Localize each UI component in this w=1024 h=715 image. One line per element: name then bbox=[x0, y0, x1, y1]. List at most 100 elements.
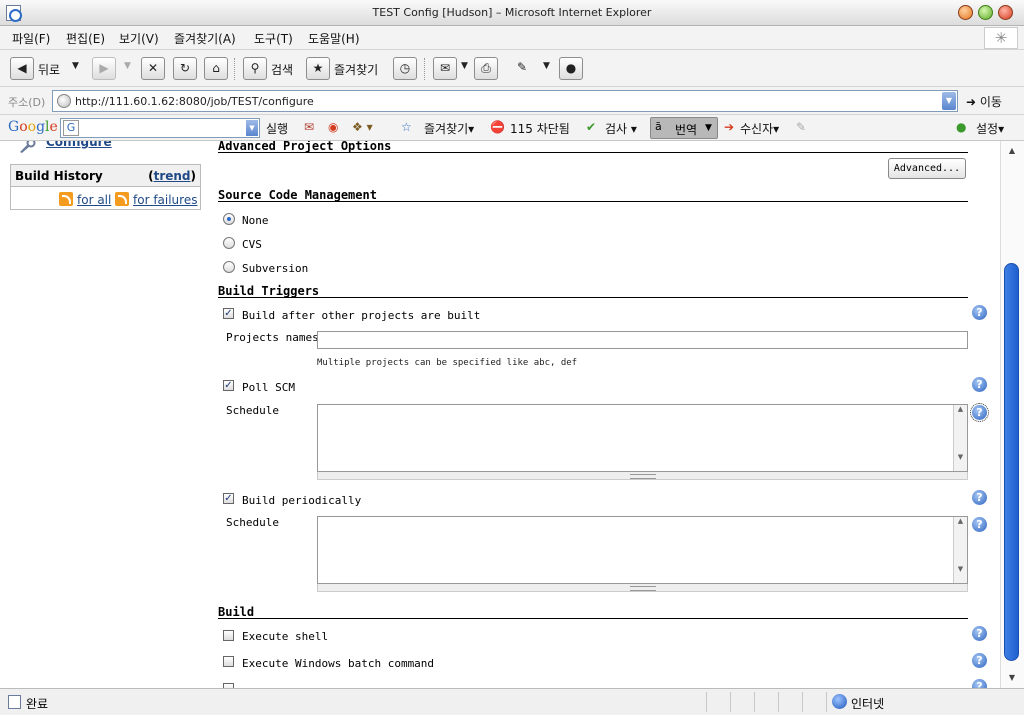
google-logo[interactable]: Google bbox=[8, 119, 58, 135]
projects-names-input[interactable] bbox=[317, 331, 968, 349]
google-favorites-label: 즐겨찾기 bbox=[424, 122, 469, 136]
scroll-down-icon[interactable]: ▼ bbox=[1004, 670, 1020, 686]
poll-schedule-resize-grip[interactable] bbox=[317, 472, 968, 480]
close-button[interactable] bbox=[998, 5, 1013, 20]
menu-bar: 파일(F) 편집(E) 보기(V) 즐겨찾기(A) 도구(T) 도움말(H) bbox=[0, 26, 1024, 50]
refresh-icon[interactable]: ↻ bbox=[173, 57, 197, 80]
google-tools-icon[interactable]: ❖ ▾ bbox=[352, 120, 373, 134]
google-picasa-icon[interactable]: ◉ bbox=[328, 120, 338, 134]
search-icon[interactable]: ⚲ bbox=[243, 57, 267, 80]
minimize-button[interactable] bbox=[958, 5, 973, 20]
status-separator bbox=[826, 692, 827, 712]
popup-blocked-count[interactable]: 115 차단됨 bbox=[510, 120, 570, 137]
google-run-button[interactable]: 실행 bbox=[266, 120, 288, 137]
status-separator bbox=[754, 692, 755, 712]
search-button-label[interactable]: 검색 bbox=[271, 61, 293, 78]
execute-windows-help-icon[interactable]: ? bbox=[972, 653, 987, 668]
stop-icon[interactable]: ✕ bbox=[141, 57, 165, 80]
menu-file[interactable]: 파일(F) bbox=[12, 30, 50, 47]
periodic-schedule-textarea[interactable]: ▲ ▼ bbox=[317, 516, 968, 584]
translate-label: 번역 bbox=[675, 123, 698, 137]
google-g-icon[interactable]: G bbox=[63, 120, 79, 136]
favorites-button-label[interactable]: 즐겨찾기 bbox=[334, 61, 378, 78]
execute-windows-label[interactable]: Execute Windows batch command bbox=[242, 657, 434, 670]
mail-dropdown-icon[interactable]: ▼ bbox=[461, 61, 468, 71]
menu-edit[interactable]: 편집(E) bbox=[66, 30, 105, 47]
google-status-icon: ● bbox=[956, 120, 967, 134]
scroll-up-icon[interactable]: ▲ bbox=[1004, 143, 1020, 159]
sidebar-configure-link[interactable]: Configure bbox=[46, 141, 112, 149]
poll-schedule-help-icon[interactable]: ? bbox=[970, 403, 989, 422]
back-arrow-icon[interactable]: ◀ bbox=[10, 57, 34, 80]
page-scrollbar[interactable]: ▲ ▼ bbox=[1000, 141, 1024, 688]
poll-scm-help-icon[interactable]: ? bbox=[972, 377, 987, 392]
rss-failures-icon[interactable] bbox=[115, 192, 129, 206]
print-icon[interactable]: ⎙ bbox=[474, 57, 498, 80]
edit-dropdown-icon[interactable]: ▼ bbox=[543, 61, 550, 71]
menu-help[interactable]: 도움말(H) bbox=[308, 30, 360, 47]
scm-subversion-label[interactable]: Subversion bbox=[242, 262, 308, 275]
google-search-dropdown-icon[interactable]: ▼ bbox=[246, 120, 258, 136]
trend-link[interactable]: trend bbox=[154, 169, 191, 183]
periodic-schedule-help-icon[interactable]: ? bbox=[972, 517, 987, 532]
back-dropdown-icon[interactable]: ▼ bbox=[72, 61, 79, 71]
maximize-button[interactable] bbox=[978, 5, 993, 20]
build-periodically-help-icon[interactable]: ? bbox=[972, 490, 987, 505]
scroll-thumb[interactable] bbox=[1004, 263, 1019, 661]
next-build-step-help-icon[interactable]: ? bbox=[972, 679, 987, 688]
advanced-button[interactable]: Advanced... bbox=[888, 158, 966, 179]
status-separator bbox=[730, 692, 731, 712]
loading-throbber-icon: ✳ bbox=[984, 27, 1018, 49]
google-search-input[interactable]: G ▼ bbox=[60, 118, 260, 138]
forward-dropdown-icon[interactable]: ▼ bbox=[124, 61, 131, 71]
scm-title: Source Code Management bbox=[218, 188, 377, 202]
rss-for-all-link[interactable]: for all bbox=[77, 193, 111, 207]
build-after-help-icon[interactable]: ? bbox=[972, 305, 987, 320]
menu-favorites[interactable]: 즐겨찾기(A) bbox=[174, 30, 236, 47]
google-favorites-star-icon[interactable]: ☆ bbox=[401, 120, 412, 134]
rss-all-icon[interactable] bbox=[59, 192, 73, 206]
execute-shell-checkbox[interactable] bbox=[223, 630, 234, 641]
google-favorites-button[interactable]: 즐겨찾기▾ bbox=[424, 120, 474, 137]
execute-shell-help-icon[interactable]: ? bbox=[972, 626, 987, 641]
poll-scm-label[interactable]: Poll SCM bbox=[242, 381, 295, 394]
favorites-star-icon[interactable]: ★ bbox=[306, 57, 330, 80]
mail-icon[interactable]: ✉ bbox=[433, 57, 457, 80]
rss-for-failures-link[interactable]: for failures bbox=[133, 193, 197, 207]
menu-tools[interactable]: 도구(T) bbox=[254, 30, 293, 47]
history-clock-icon[interactable]: ◷ bbox=[393, 57, 417, 80]
highlighter-icon[interactable]: ✎ bbox=[796, 120, 806, 134]
execute-windows-checkbox[interactable] bbox=[223, 656, 234, 667]
send-to-button[interactable]: 수신자▾ bbox=[740, 120, 779, 137]
messenger-icon[interactable]: ● bbox=[559, 57, 583, 80]
poll-schedule-textarea[interactable]: ▲ ▼ bbox=[317, 404, 968, 472]
google-settings-button[interactable]: 설정▾ bbox=[976, 120, 1004, 137]
build-after-label[interactable]: Build after other projects are built bbox=[242, 309, 480, 322]
spellcheck-button[interactable]: 검사 ▾ bbox=[605, 120, 637, 137]
back-button-label[interactable]: 뒤로 bbox=[38, 61, 60, 78]
popup-blocker-icon: ⛔ bbox=[490, 120, 505, 134]
execute-shell-label[interactable]: Execute shell bbox=[242, 630, 328, 643]
address-url[interactable]: http://111.60.1.62:8080/job/TEST/configu… bbox=[75, 95, 314, 108]
scm-cvs-label[interactable]: CVS bbox=[242, 238, 262, 251]
forward-arrow-icon[interactable]: ▶ bbox=[92, 57, 116, 80]
poll-schedule-scrollbar[interactable]: ▲ ▼ bbox=[953, 405, 967, 471]
build-after-checkbox[interactable]: ✓ bbox=[223, 308, 234, 319]
build-periodically-label[interactable]: Build periodically bbox=[242, 494, 361, 507]
google-news-icon[interactable]: ✉ bbox=[304, 120, 314, 134]
build-periodically-checkbox[interactable]: ✓ bbox=[223, 493, 234, 504]
periodic-schedule-scrollbar[interactable]: ▲ ▼ bbox=[953, 517, 967, 583]
scm-none-label[interactable]: None bbox=[242, 214, 269, 227]
edit-icon[interactable]: ✎ bbox=[510, 57, 534, 80]
address-dropdown-icon[interactable]: ▼ bbox=[942, 92, 956, 110]
go-button[interactable]: ➜ 이동 bbox=[966, 93, 1002, 110]
address-input[interactable]: http://111.60.1.62:8080/job/TEST/configu… bbox=[52, 90, 958, 112]
scm-subversion-radio[interactable] bbox=[223, 261, 235, 273]
scm-cvs-radio[interactable] bbox=[223, 237, 235, 249]
menu-view[interactable]: 보기(V) bbox=[119, 30, 159, 47]
poll-scm-checkbox[interactable]: ✓ bbox=[223, 380, 234, 391]
periodic-schedule-resize-grip[interactable] bbox=[317, 584, 968, 592]
scm-none-radio[interactable] bbox=[223, 213, 235, 225]
home-icon[interactable]: ⌂ bbox=[204, 57, 228, 80]
translate-button[interactable]: ā 번역 ▼ bbox=[650, 117, 718, 139]
